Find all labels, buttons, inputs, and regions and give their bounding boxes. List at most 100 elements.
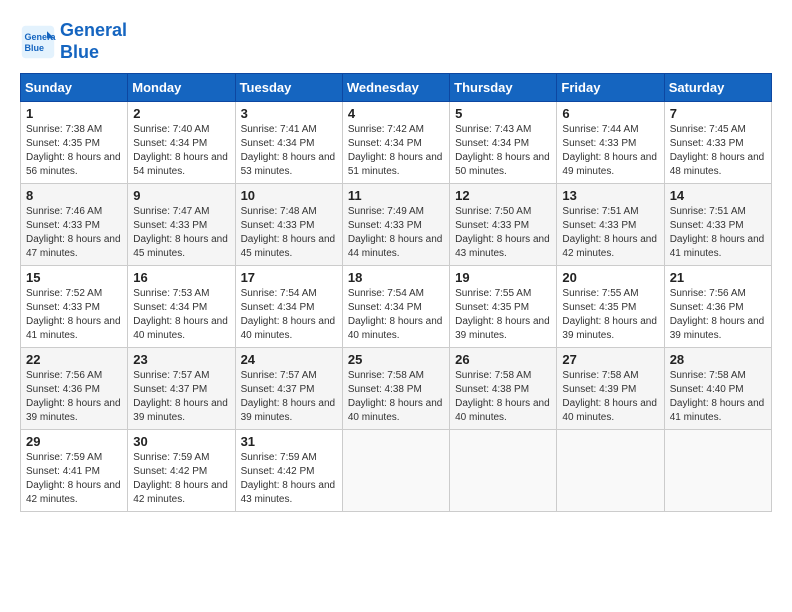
day-info: Sunrise: 7:58 AMSunset: 4:39 PMDaylight:… xyxy=(562,369,658,425)
day-info: Sunrise: 7:43 AMSunset: 4:34 PMDaylight:… xyxy=(455,123,551,179)
svg-text:Blue: Blue xyxy=(25,43,45,53)
calendar-cell: 9 Sunrise: 7:47 AMSunset: 4:33 PMDaylight… xyxy=(128,184,235,266)
calendar-cell: 11 Sunrise: 7:49 AMSunset: 4:33 PMDayligh… xyxy=(342,184,449,266)
day-info: Sunrise: 7:55 AMSunset: 4:35 PMDaylight:… xyxy=(455,287,551,343)
calendar-cell: 17Sunrise: 7:54 AMSunset: 4:34 PMDayligh… xyxy=(235,266,342,348)
calendar-cell: 6 Sunrise: 7:44 AMSunset: 4:33 PMDaylight… xyxy=(557,102,664,184)
day-info: Sunrise: 7:54 AMSunset: 4:34 PMDaylight:… xyxy=(348,287,444,343)
calendar-table: SundayMondayTuesdayWednesdayThursdayFrid… xyxy=(20,73,772,512)
day-number: 28 xyxy=(670,352,766,367)
day-number: 8 xyxy=(26,188,122,203)
day-info: Sunrise: 7:58 AMSunset: 4:38 PMDaylight:… xyxy=(455,369,551,425)
calendar-cell: 5 Sunrise: 7:43 AMSunset: 4:34 PMDaylight… xyxy=(450,102,557,184)
calendar-cell: 23 Sunrise: 7:57 AMSunset: 4:37 PMDayligh… xyxy=(128,348,235,430)
logo-text: General Blue xyxy=(60,20,127,63)
day-info: Sunrise: 7:59 AMSunset: 4:42 PMDaylight:… xyxy=(241,451,337,507)
day-info: Sunrise: 7:56 AMSunset: 4:36 PMDaylight:… xyxy=(670,287,766,343)
calendar-cell: 8 Sunrise: 7:46 AMSunset: 4:33 PMDaylight… xyxy=(21,184,128,266)
calendar-cell: 29 Sunrise: 7:59 AMSunset: 4:41 PMDayligh… xyxy=(21,430,128,512)
logo-icon: General Blue xyxy=(20,24,56,60)
weekday-header-friday: Friday xyxy=(557,74,664,102)
calendar-cell: 28 Sunrise: 7:58 AMSunset: 4:40 PMDayligh… xyxy=(664,348,771,430)
day-number: 16 xyxy=(133,270,229,285)
day-number: 18 xyxy=(348,270,444,285)
day-number: 5 xyxy=(455,106,551,121)
day-info: Sunrise: 7:51 AMSunset: 4:33 PMDaylight:… xyxy=(562,205,658,261)
day-info: Sunrise: 7:49 AMSunset: 4:33 PMDaylight:… xyxy=(348,205,444,261)
weekday-header-thursday: Thursday xyxy=(450,74,557,102)
calendar-cell: 26 Sunrise: 7:58 AMSunset: 4:38 PMDayligh… xyxy=(450,348,557,430)
calendar-cell: 27 Sunrise: 7:58 AMSunset: 4:39 PMDayligh… xyxy=(557,348,664,430)
calendar-week-row: 8 Sunrise: 7:46 AMSunset: 4:33 PMDaylight… xyxy=(21,184,772,266)
calendar-cell: 1 Sunrise: 7:38 AMSunset: 4:35 PMDaylight… xyxy=(21,102,128,184)
day-number: 21 xyxy=(670,270,766,285)
calendar-cell: 31Sunrise: 7:59 AMSunset: 4:42 PMDayligh… xyxy=(235,430,342,512)
calendar-cell: 13Sunrise: 7:51 AMSunset: 4:33 PMDayligh… xyxy=(557,184,664,266)
calendar-cell: 25Sunrise: 7:58 AMSunset: 4:38 PMDayligh… xyxy=(342,348,449,430)
day-info: Sunrise: 7:45 AMSunset: 4:33 PMDaylight:… xyxy=(670,123,766,179)
weekday-header-row: SundayMondayTuesdayWednesdayThursdayFrid… xyxy=(21,74,772,102)
day-info: Sunrise: 7:52 AMSunset: 4:33 PMDaylight:… xyxy=(26,287,122,343)
calendar-cell: 21 Sunrise: 7:56 AMSunset: 4:36 PMDayligh… xyxy=(664,266,771,348)
day-info: Sunrise: 7:55 AMSunset: 4:35 PMDaylight:… xyxy=(562,287,658,343)
calendar-cell: 2Sunrise: 7:40 AMSunset: 4:34 PMDaylight… xyxy=(128,102,235,184)
day-number: 4 xyxy=(348,106,444,121)
day-info: Sunrise: 7:59 AMSunset: 4:41 PMDaylight:… xyxy=(26,451,122,507)
day-info: Sunrise: 7:47 AMSunset: 4:33 PMDaylight:… xyxy=(133,205,229,261)
calendar-cell xyxy=(342,430,449,512)
day-number: 11 xyxy=(348,188,444,203)
day-number: 7 xyxy=(670,106,766,121)
page-header: General Blue General Blue xyxy=(20,20,772,63)
day-number: 15 xyxy=(26,270,122,285)
day-info: Sunrise: 7:54 AMSunset: 4:34 PMDaylight:… xyxy=(241,287,337,343)
day-info: Sunrise: 7:56 AMSunset: 4:36 PMDaylight:… xyxy=(26,369,122,425)
calendar-cell: 30Sunrise: 7:59 AMSunset: 4:42 PMDayligh… xyxy=(128,430,235,512)
day-info: Sunrise: 7:57 AMSunset: 4:37 PMDaylight:… xyxy=(133,369,229,425)
calendar-cell: 22 Sunrise: 7:56 AMSunset: 4:36 PMDayligh… xyxy=(21,348,128,430)
day-number: 19 xyxy=(455,270,551,285)
weekday-header-monday: Monday xyxy=(128,74,235,102)
day-info: Sunrise: 7:46 AMSunset: 4:33 PMDaylight:… xyxy=(26,205,122,261)
calendar-week-row: 22 Sunrise: 7:56 AMSunset: 4:36 PMDayligh… xyxy=(21,348,772,430)
day-info: Sunrise: 7:40 AMSunset: 4:34 PMDaylight:… xyxy=(133,123,229,179)
calendar-week-row: 1 Sunrise: 7:38 AMSunset: 4:35 PMDaylight… xyxy=(21,102,772,184)
day-number: 22 xyxy=(26,352,122,367)
day-info: Sunrise: 7:48 AMSunset: 4:33 PMDaylight:… xyxy=(241,205,337,261)
day-number: 12 xyxy=(455,188,551,203)
calendar-cell: 18 Sunrise: 7:54 AMSunset: 4:34 PMDayligh… xyxy=(342,266,449,348)
day-info: Sunrise: 7:51 AMSunset: 4:33 PMDaylight:… xyxy=(670,205,766,261)
day-number: 9 xyxy=(133,188,229,203)
calendar-cell: 12 Sunrise: 7:50 AMSunset: 4:33 PMDayligh… xyxy=(450,184,557,266)
day-info: Sunrise: 7:42 AMSunset: 4:34 PMDaylight:… xyxy=(348,123,444,179)
calendar-cell xyxy=(664,430,771,512)
day-number: 14 xyxy=(670,188,766,203)
day-number: 29 xyxy=(26,434,122,449)
calendar-cell: 7 Sunrise: 7:45 AMSunset: 4:33 PMDaylight… xyxy=(664,102,771,184)
day-info: Sunrise: 7:59 AMSunset: 4:42 PMDaylight:… xyxy=(133,451,229,507)
day-number: 1 xyxy=(26,106,122,121)
calendar-cell: 10 Sunrise: 7:48 AMSunset: 4:33 PMDayligh… xyxy=(235,184,342,266)
calendar-cell: 16Sunrise: 7:53 AMSunset: 4:34 PMDayligh… xyxy=(128,266,235,348)
day-number: 20 xyxy=(562,270,658,285)
calendar-cell: 19 Sunrise: 7:55 AMSunset: 4:35 PMDayligh… xyxy=(450,266,557,348)
day-number: 25 xyxy=(348,352,444,367)
day-number: 26 xyxy=(455,352,551,367)
calendar-cell: 20 Sunrise: 7:55 AMSunset: 4:35 PMDayligh… xyxy=(557,266,664,348)
calendar-week-row: 15 Sunrise: 7:52 AMSunset: 4:33 PMDayligh… xyxy=(21,266,772,348)
day-number: 10 xyxy=(241,188,337,203)
weekday-header-sunday: Sunday xyxy=(21,74,128,102)
day-info: Sunrise: 7:44 AMSunset: 4:33 PMDaylight:… xyxy=(562,123,658,179)
weekday-header-saturday: Saturday xyxy=(664,74,771,102)
day-number: 3 xyxy=(241,106,337,121)
weekday-header-tuesday: Tuesday xyxy=(235,74,342,102)
day-info: Sunrise: 7:50 AMSunset: 4:33 PMDaylight:… xyxy=(455,205,551,261)
logo: General Blue General Blue xyxy=(20,20,127,63)
day-info: Sunrise: 7:58 AMSunset: 4:40 PMDaylight:… xyxy=(670,369,766,425)
calendar-cell: 15 Sunrise: 7:52 AMSunset: 4:33 PMDayligh… xyxy=(21,266,128,348)
day-number: 23 xyxy=(133,352,229,367)
day-number: 27 xyxy=(562,352,658,367)
day-number: 6 xyxy=(562,106,658,121)
calendar-cell xyxy=(557,430,664,512)
day-number: 24 xyxy=(241,352,337,367)
day-info: Sunrise: 7:38 AMSunset: 4:35 PMDaylight:… xyxy=(26,123,122,179)
